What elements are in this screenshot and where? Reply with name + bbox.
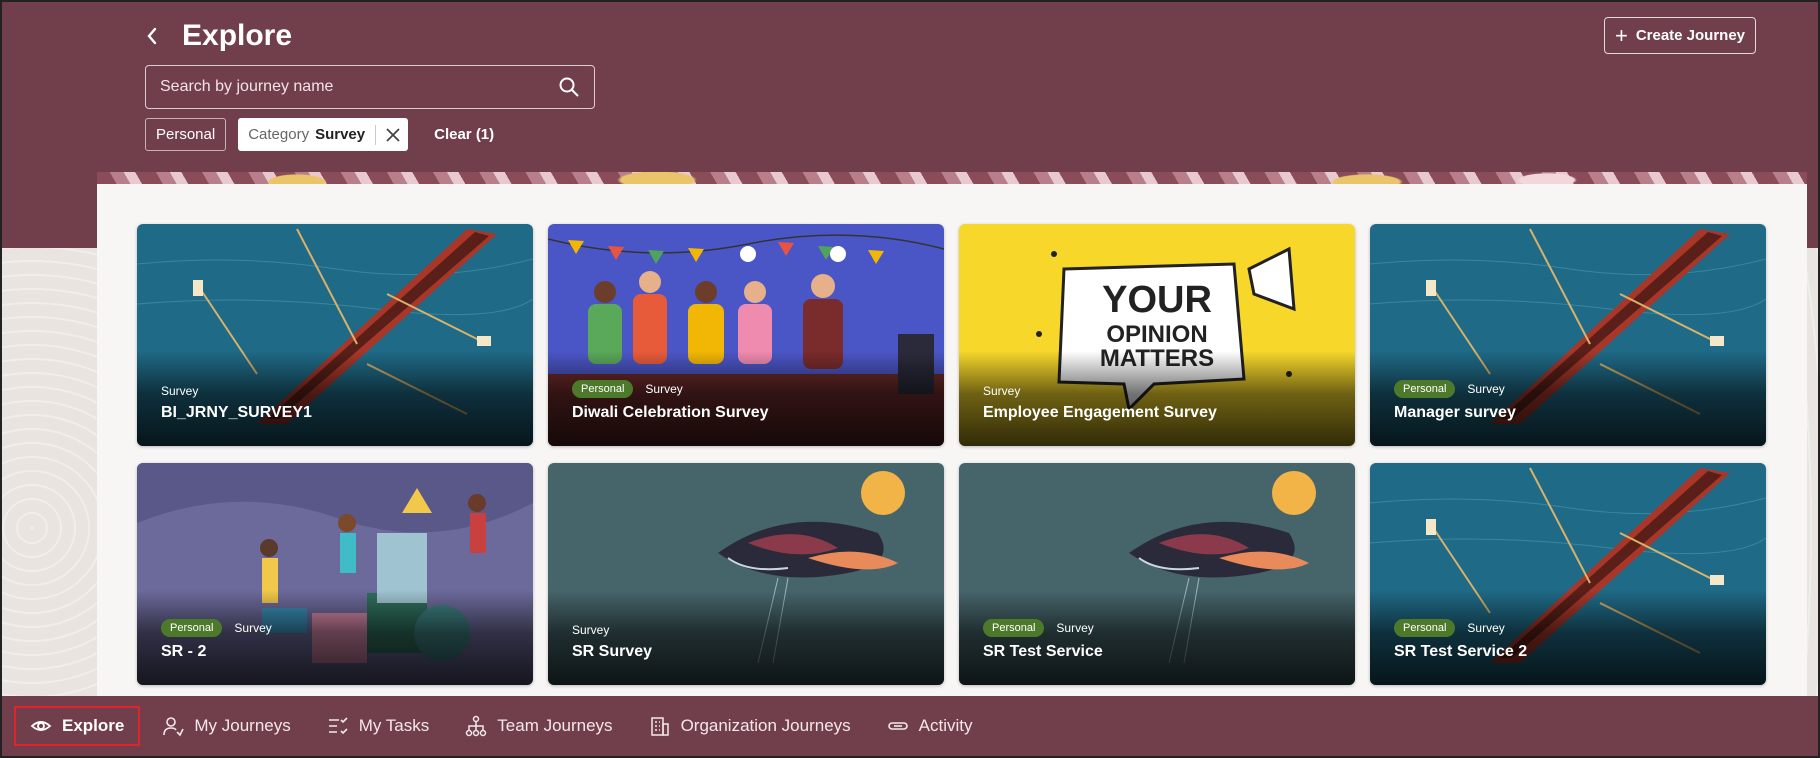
category-filter-value: Survey xyxy=(315,126,366,143)
nav-item-organization-journeys[interactable]: Organization Journeys xyxy=(635,706,865,746)
person-route-icon xyxy=(163,717,185,737)
card-meta: Personal Survey Diwali Celebration Surve… xyxy=(572,380,928,422)
personal-filter-chip[interactable]: Personal xyxy=(145,118,227,151)
search-icon[interactable] xyxy=(558,76,580,98)
card-meta: Survey BI_JRNY_SURVEY1 xyxy=(161,384,517,422)
page-title: Explore xyxy=(182,19,293,52)
nav-label: Explore xyxy=(62,716,125,735)
nav-item-my-journeys[interactable]: My Journeys xyxy=(148,706,304,746)
card-meta: Survey Employee Engagement Survey xyxy=(983,384,1339,422)
category-filter-label: Category xyxy=(248,126,310,143)
card-title: SR - 2 xyxy=(161,643,207,660)
card-title: SR Test Service 2 xyxy=(1394,643,1528,660)
card-meta: Personal Survey SR - 2 xyxy=(161,619,517,661)
journey-card-grid: Survey BI_JRNY_SURVEY1 Personal Survey D… xyxy=(137,224,1766,685)
journey-card[interactable]: Survey BI_JRNY_SURVEY1 xyxy=(137,224,533,446)
org-chart-icon xyxy=(466,715,487,737)
card-title: Diwali Celebration Survey xyxy=(572,404,769,421)
nav-item-my-tasks[interactable]: My Tasks xyxy=(313,706,444,746)
filter-bar: Personal Category Survey Clear (1) xyxy=(145,118,494,151)
personal-badge: Personal xyxy=(1394,380,1456,398)
journey-card[interactable]: Personal Survey SR Test Service xyxy=(959,463,1355,685)
card-title: BI_JRNY_SURVEY1 xyxy=(161,404,312,421)
card-category: Survey xyxy=(1467,382,1505,396)
nav-label: Activity xyxy=(918,716,973,735)
journey-card[interactable]: Survey SR Survey xyxy=(548,463,944,685)
nav-label: My Tasks xyxy=(358,716,430,735)
search-input[interactable] xyxy=(160,78,558,96)
eye-icon xyxy=(30,721,52,731)
card-category: Survey xyxy=(645,382,683,396)
journey-card[interactable]: Personal Survey Diwali Celebration Surve… xyxy=(548,224,944,446)
card-tags: Survey xyxy=(572,623,928,637)
card-meta: Personal Survey SR Test Service xyxy=(983,619,1339,661)
create-journey-label: Create Journey xyxy=(1635,27,1746,44)
clear-filters-button[interactable]: Clear (1) xyxy=(434,126,494,143)
header-title-row: Explore xyxy=(140,16,292,56)
chip-divider xyxy=(375,124,377,145)
card-tags: Personal Survey xyxy=(983,619,1339,637)
card-meta: Survey SR Survey xyxy=(572,623,928,661)
create-journey-button[interactable]: + Create Journey xyxy=(1604,17,1756,54)
nav-label: Organization Journeys xyxy=(680,716,851,735)
journey-card[interactable]: Personal Survey Manager survey xyxy=(1370,224,1766,446)
personal-badge: Personal xyxy=(572,380,634,398)
journey-card[interactable]: YOUR OPINION MATTERS Survey Employee Eng… xyxy=(959,224,1355,446)
personal-badge: Personal xyxy=(161,619,223,637)
category-filter-chip[interactable]: Category Survey xyxy=(238,118,409,151)
building-icon xyxy=(650,717,669,736)
card-title: SR Survey xyxy=(572,643,653,660)
card-category: Survey xyxy=(234,621,272,635)
bottom-navigation: Explore My Journeys My Tasks Team Journe… xyxy=(2,696,1818,756)
card-tags: Personal Survey xyxy=(161,619,517,637)
card-tags: Personal Survey xyxy=(572,380,928,398)
opinion-line-1: YOUR xyxy=(1102,279,1212,321)
personal-badge: Personal xyxy=(983,619,1045,637)
task-list-icon xyxy=(328,717,348,735)
card-meta: Personal Survey SR Test Service 2 xyxy=(1394,619,1750,661)
card-meta: Personal Survey Manager survey xyxy=(1394,380,1750,422)
journey-card[interactable]: Personal Survey SR Test Service 2 xyxy=(1370,463,1766,685)
personal-badge: Personal xyxy=(1394,619,1456,637)
close-icon[interactable] xyxy=(386,127,400,142)
nav-item-activity[interactable]: Activity xyxy=(873,706,987,746)
chevron-left-icon xyxy=(147,27,157,45)
card-tags: Personal Survey xyxy=(1394,380,1750,398)
card-category: Survey xyxy=(1467,621,1505,635)
card-category: Survey xyxy=(572,623,610,637)
plus-icon: + xyxy=(1614,22,1628,48)
card-title: Employee Engagement Survey xyxy=(983,404,1217,421)
nav-item-explore[interactable]: Explore xyxy=(14,706,141,746)
opinion-line-2: OPINION xyxy=(1106,321,1207,348)
card-tags: Survey xyxy=(983,384,1339,398)
nav-label: Team Journeys xyxy=(497,716,613,735)
card-title: Manager survey xyxy=(1394,404,1516,421)
nav-item-team-journeys[interactable]: Team Journeys xyxy=(451,706,626,746)
search-box xyxy=(145,65,595,109)
journey-card[interactable]: Personal Survey SR - 2 xyxy=(137,463,533,685)
card-category: Survey xyxy=(1056,621,1094,635)
nav-label: My Journeys xyxy=(194,716,291,735)
card-category: Survey xyxy=(983,384,1021,398)
card-tags: Survey xyxy=(161,384,517,398)
link-icon xyxy=(887,722,908,730)
back-button[interactable] xyxy=(140,16,164,56)
card-tags: Personal Survey xyxy=(1394,619,1750,637)
card-title: SR Test Service xyxy=(983,643,1103,660)
card-category: Survey xyxy=(161,384,199,398)
